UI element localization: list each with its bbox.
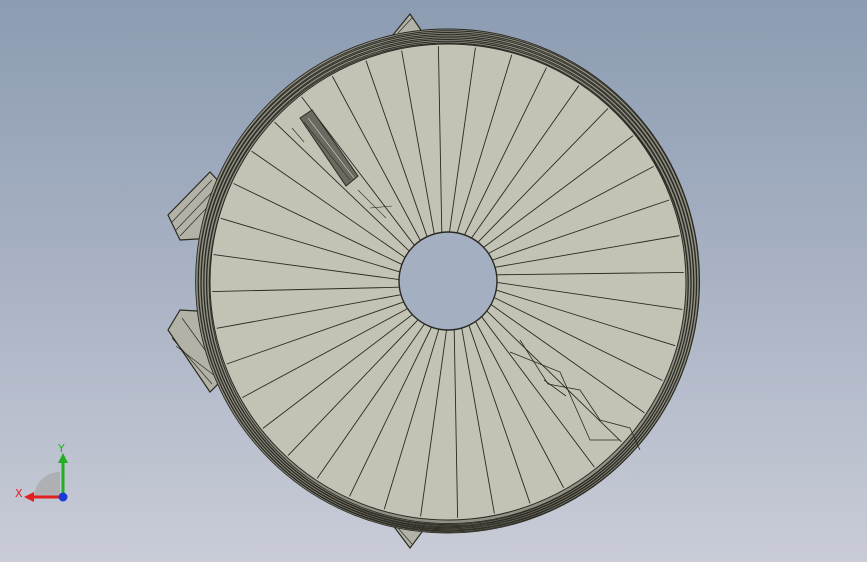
y-axis-label: Y (57, 442, 65, 455)
model-view[interactable] (0, 0, 867, 562)
triad-plane (34, 472, 60, 498)
coordinate-triad: X Y (15, 442, 68, 502)
z-axis-dot (58, 492, 68, 502)
center-hole (398, 231, 498, 331)
x-arrowhead (24, 492, 34, 502)
graphics-viewport[interactable]: X Y (0, 0, 867, 562)
x-axis-label: X (15, 487, 23, 500)
